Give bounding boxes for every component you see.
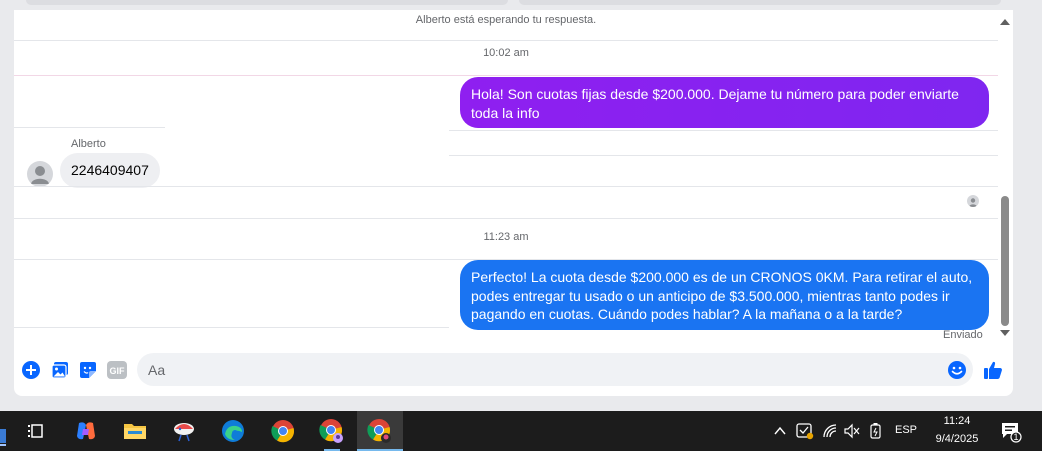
sender-name: Alberto [71,138,106,150]
edge-icon[interactable] [210,411,256,451]
top-tab-left [26,0,508,5]
notification-icon[interactable]: 1 [1001,421,1023,448]
image-icon[interactable] [50,360,70,380]
sticker-icon[interactable] [78,360,98,380]
scroll-up-arrow[interactable] [1000,19,1010,25]
svg-text:GIF: GIF [110,366,126,376]
top-tab-right [519,0,1001,5]
chrome-profile-icon[interactable] [309,411,355,451]
wifi-icon[interactable] [822,423,838,444]
scrollbar-thumb[interactable] [1001,196,1009,326]
language-indicator[interactable]: ESP [892,424,920,436]
like-icon[interactable] [982,359,1004,381]
outgoing-message[interactable]: Perfecto! La cuota desde $200.000 es de … [460,260,989,330]
outgoing-message[interactable]: Hola! Son cuotas fijas desde $200.000. D… [460,77,989,128]
divider [14,40,998,41]
task-view-icon[interactable] [13,411,59,451]
waiting-notice: Alberto está esperando tu respuesta. [415,14,597,26]
clock-date[interactable]: 9/4/2025 [926,433,988,445]
read-receipt-avatar [967,195,979,207]
windows-taskbar: ESP 11:24 9/4/2025 1 [0,411,1042,451]
divider [449,130,998,131]
divider [14,75,998,76]
notification-count: 1 [1013,432,1019,442]
add-icon[interactable] [21,360,41,380]
copilot-icon[interactable] [63,411,109,451]
gif-icon[interactable]: GIF [106,360,128,380]
divider [14,186,998,187]
avatar[interactable] [27,161,53,187]
divider [14,327,449,328]
incoming-message[interactable]: 2246409407 [60,153,160,188]
chat-panel: Alberto está esperando tu respuesta. 10:… [14,10,1013,396]
chrome-profile-active-icon[interactable] [357,411,403,451]
security-icon[interactable] [796,422,814,445]
divider [14,218,998,219]
timestamp: 11:23 am [483,231,529,243]
message-input-container[interactable] [137,353,973,386]
file-explorer-icon[interactable] [112,411,158,451]
battery-icon[interactable] [869,422,883,445]
bird-app-icon[interactable] [161,411,207,451]
message-status: Enviado [943,329,983,341]
chevron-up-icon[interactable] [773,424,787,443]
timestamp: 10:02 am [483,47,529,59]
message-input[interactable] [137,353,917,386]
volume-muted-icon[interactable] [844,423,860,444]
clock-time[interactable]: 11:24 [926,415,988,427]
start-edge-icon[interactable] [0,425,8,447]
scroll-down-arrow[interactable] [1000,330,1010,336]
emoji-icon[interactable] [946,360,968,380]
divider [14,127,165,128]
divider [449,155,998,156]
chrome-icon[interactable] [260,411,306,451]
